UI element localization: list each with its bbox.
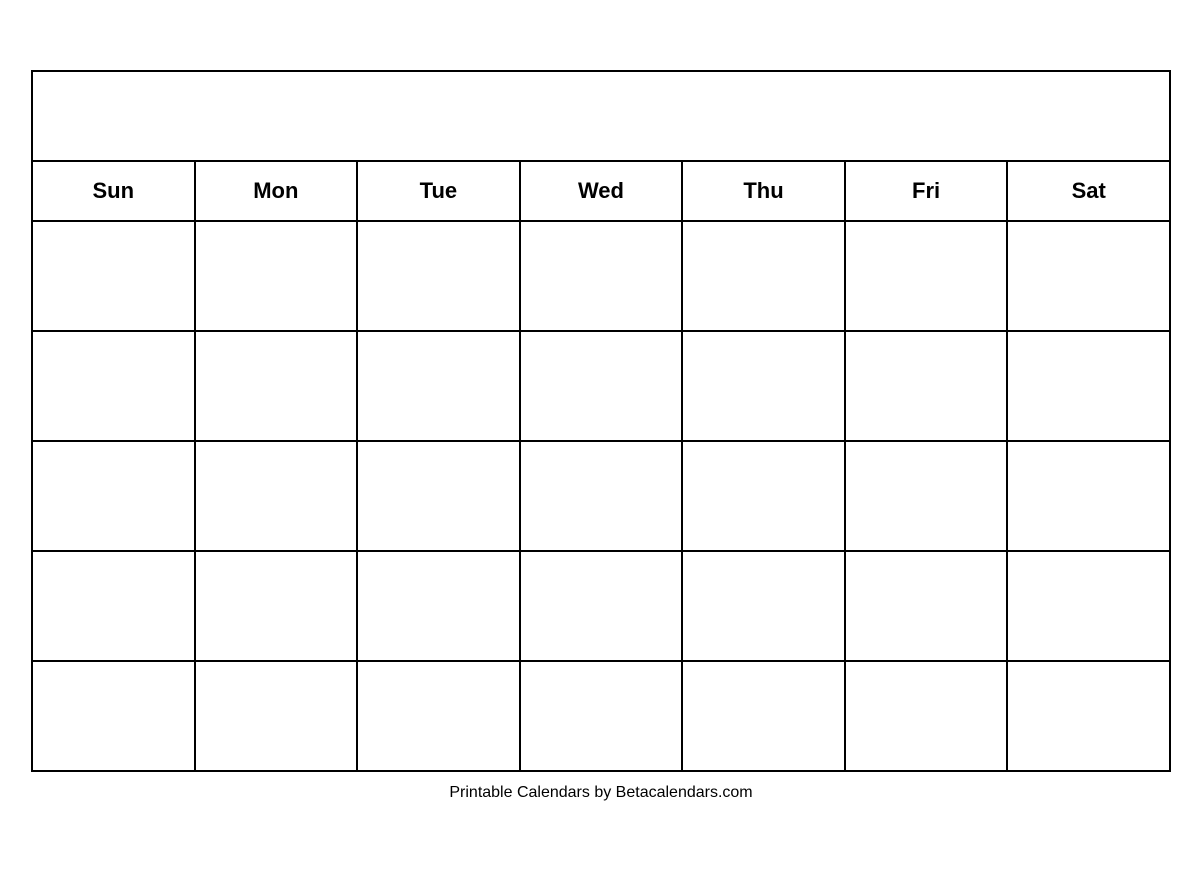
day-cell-0-6[interactable] <box>1007 221 1170 331</box>
day-cell-1-4[interactable] <box>682 331 845 441</box>
header-tue: Tue <box>357 161 520 221</box>
day-cell-3-3[interactable] <box>520 551 683 661</box>
header-thu: Thu <box>682 161 845 221</box>
calendar-table: Sun Mon Tue Wed Thu Fri Sat <box>31 70 1171 772</box>
day-cell-4-2[interactable] <box>357 661 520 771</box>
day-cell-4-3[interactable] <box>520 661 683 771</box>
day-cell-0-2[interactable] <box>357 221 520 331</box>
day-cell-1-5[interactable] <box>845 331 1008 441</box>
day-cell-4-1[interactable] <box>195 661 358 771</box>
calendar-body <box>32 221 1170 771</box>
header-mon: Mon <box>195 161 358 221</box>
day-cell-3-1[interactable] <box>195 551 358 661</box>
footer-text: Printable Calendars by Betacalendars.com <box>449 784 752 802</box>
header-fri: Fri <box>845 161 1008 221</box>
week-row-3 <box>32 551 1170 661</box>
header-sat: Sat <box>1007 161 1170 221</box>
week-row-0 <box>32 221 1170 331</box>
day-cell-3-2[interactable] <box>357 551 520 661</box>
day-cell-1-2[interactable] <box>357 331 520 441</box>
day-cell-1-1[interactable] <box>195 331 358 441</box>
day-cell-2-2[interactable] <box>357 441 520 551</box>
week-row-2 <box>32 441 1170 551</box>
calendar-title-cell <box>32 71 1170 161</box>
day-cell-0-3[interactable] <box>520 221 683 331</box>
day-cell-2-0[interactable] <box>32 441 195 551</box>
day-cell-0-0[interactable] <box>32 221 195 331</box>
day-cell-4-4[interactable] <box>682 661 845 771</box>
day-cell-4-6[interactable] <box>1007 661 1170 771</box>
week-row-1 <box>32 331 1170 441</box>
calendar-wrapper: Sun Mon Tue Wed Thu Fri Sat Printable Ca… <box>31 70 1171 802</box>
day-cell-3-0[interactable] <box>32 551 195 661</box>
day-cell-4-5[interactable] <box>845 661 1008 771</box>
day-cell-2-3[interactable] <box>520 441 683 551</box>
day-cell-3-4[interactable] <box>682 551 845 661</box>
day-cell-2-6[interactable] <box>1007 441 1170 551</box>
week-row-4 <box>32 661 1170 771</box>
day-cell-4-0[interactable] <box>32 661 195 771</box>
day-cell-0-4[interactable] <box>682 221 845 331</box>
day-cell-3-5[interactable] <box>845 551 1008 661</box>
day-cell-3-6[interactable] <box>1007 551 1170 661</box>
day-cell-0-1[interactable] <box>195 221 358 331</box>
day-cell-2-1[interactable] <box>195 441 358 551</box>
day-cell-0-5[interactable] <box>845 221 1008 331</box>
header-row: Sun Mon Tue Wed Thu Fri Sat <box>32 161 1170 221</box>
day-cell-1-3[interactable] <box>520 331 683 441</box>
day-cell-2-4[interactable] <box>682 441 845 551</box>
day-cell-1-6[interactable] <box>1007 331 1170 441</box>
header-sun: Sun <box>32 161 195 221</box>
header-wed: Wed <box>520 161 683 221</box>
title-row <box>32 71 1170 161</box>
day-cell-2-5[interactable] <box>845 441 1008 551</box>
day-cell-1-0[interactable] <box>32 331 195 441</box>
